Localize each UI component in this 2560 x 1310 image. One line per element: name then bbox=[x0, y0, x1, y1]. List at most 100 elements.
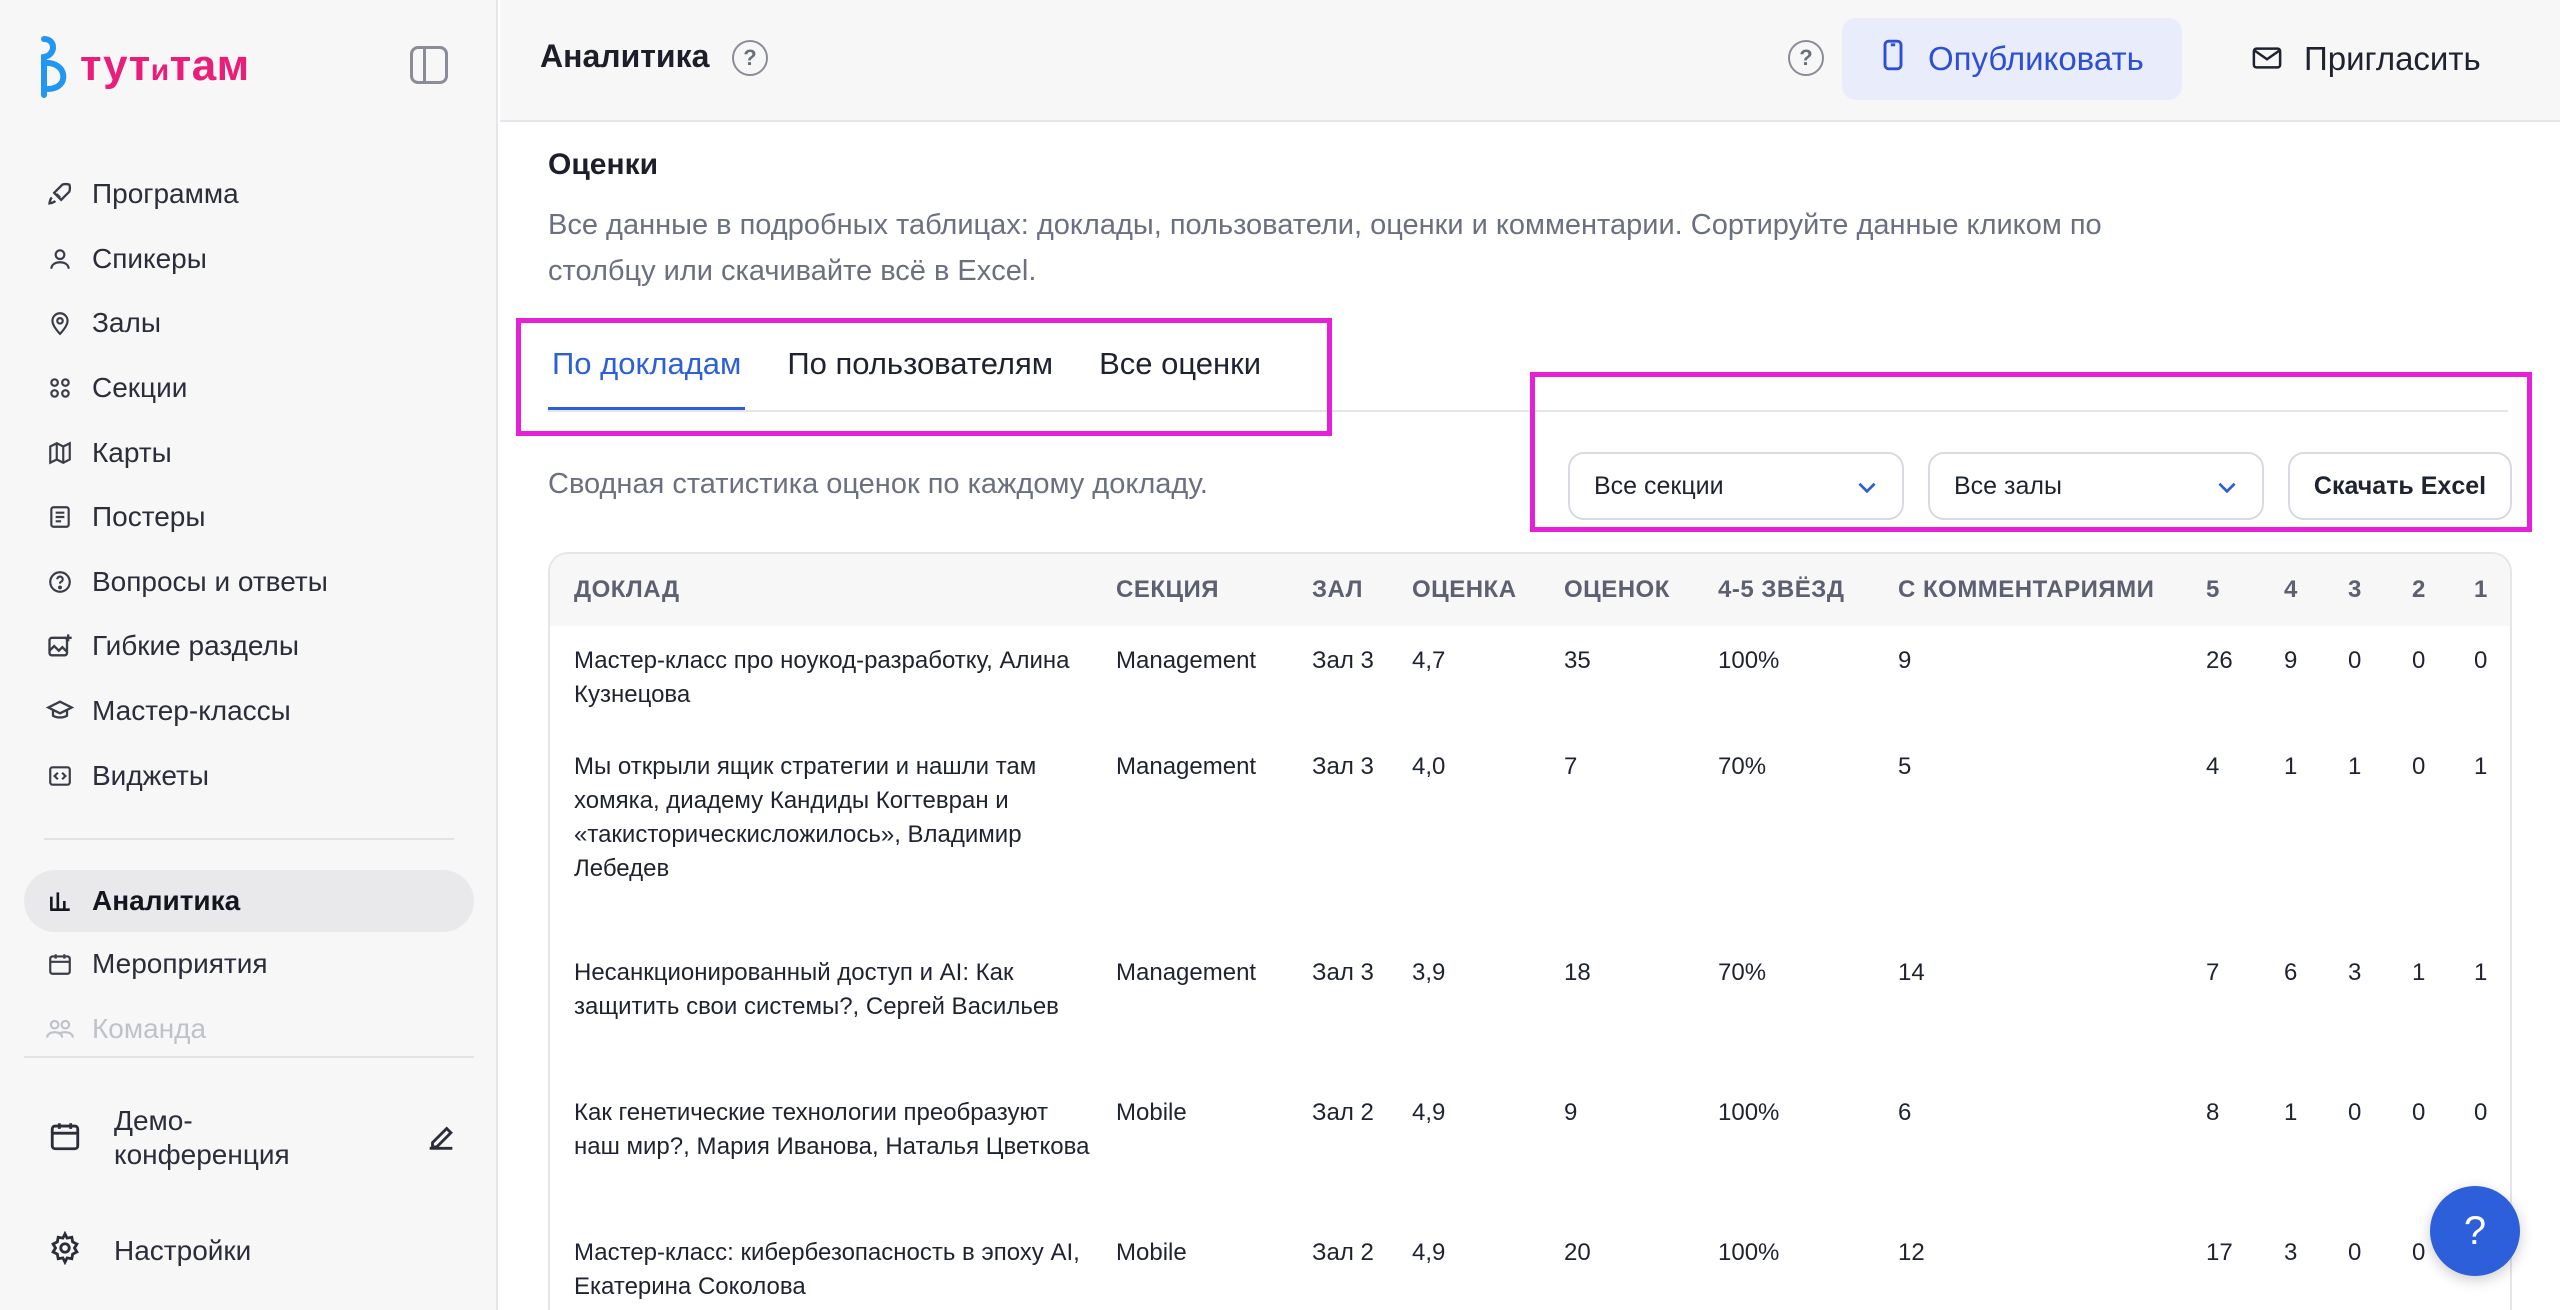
column-header[interactable]: СЕКЦИЯ bbox=[1092, 554, 1288, 626]
sidebar-item-halls[interactable]: Залы bbox=[24, 291, 474, 356]
table-cell: 4,9 bbox=[1412, 1239, 1446, 1266]
bar-chart-icon bbox=[44, 885, 76, 917]
pencil-icon[interactable] bbox=[424, 1120, 458, 1159]
sidebar-item-label: Команда bbox=[92, 1012, 207, 1044]
sidebar-item-events[interactable]: Мероприятия bbox=[24, 932, 474, 997]
column-header[interactable]: ОЦЕНКА bbox=[1388, 554, 1540, 626]
column-header[interactable]: 1 bbox=[2450, 554, 2510, 626]
gear-icon bbox=[48, 1230, 82, 1272]
table-cell: Зал 3 bbox=[1312, 753, 1374, 780]
column-header[interactable]: 2 bbox=[2388, 554, 2450, 626]
table-cell: 1 bbox=[2284, 753, 2298, 780]
table-cell: 100% bbox=[1718, 647, 1780, 674]
sidebar-item-maps[interactable]: Карты bbox=[24, 420, 474, 485]
column-header[interactable]: 3 bbox=[2324, 554, 2388, 626]
table-cell: Mobile bbox=[1116, 1239, 1187, 1266]
invite-button[interactable]: Пригласить bbox=[2252, 18, 2481, 100]
poster-icon bbox=[44, 501, 76, 533]
table-cell: 6 bbox=[1898, 1099, 1912, 1126]
table-cell: 9 bbox=[1564, 1099, 1578, 1126]
table-cell: 9 bbox=[2284, 647, 2298, 674]
table-cell: 0 bbox=[2348, 1099, 2362, 1126]
main-content: Оценки Все данные в подробных таблицах: … bbox=[500, 124, 2560, 1310]
column-header[interactable]: ОЦЕНОК bbox=[1540, 554, 1694, 626]
code-icon bbox=[44, 760, 76, 792]
calendar-icon bbox=[44, 948, 76, 980]
current-event[interactable]: Демо-конференция bbox=[48, 1098, 458, 1178]
team-icon bbox=[44, 1013, 76, 1045]
table-row: Мастер-класс про ноукод-разработку, Алин… bbox=[550, 626, 2510, 732]
event-name: Демо-конференция bbox=[114, 1105, 290, 1170]
sidebar-item-label: Секции bbox=[92, 372, 188, 404]
sidebar-item-label: Спикеры bbox=[92, 242, 207, 274]
sidebar-item-posters[interactable]: Постеры bbox=[24, 485, 474, 550]
table-row: Несанкционированный доступ и AI: Как защ… bbox=[550, 938, 2510, 1078]
sidebar-item-label: Программа bbox=[92, 178, 239, 210]
table-cell: 35 bbox=[1564, 647, 1591, 674]
table-cell: Мы открыли ящик стратегии и нашли там хо… bbox=[574, 753, 1037, 882]
table-cell: 26 bbox=[2206, 647, 2233, 674]
column-header[interactable]: ДОКЛАД bbox=[550, 554, 1092, 626]
table-cell: 1 bbox=[2284, 1099, 2298, 1126]
sidebar-item-label: Виджеты bbox=[92, 759, 209, 791]
column-header[interactable]: С КОММЕНТАРИЯМИ bbox=[1874, 554, 2182, 626]
sidebar-item-team[interactable]: Команда bbox=[24, 997, 474, 1062]
highlight-box-filters bbox=[1530, 372, 2532, 532]
question-circle-icon bbox=[44, 566, 76, 598]
table-cell: 1 bbox=[2474, 753, 2488, 780]
page-title: Аналитика bbox=[540, 38, 710, 74]
map-pin-icon bbox=[44, 307, 76, 339]
table-cell: 4,7 bbox=[1412, 647, 1446, 674]
help-icon[interactable]: ? bbox=[732, 40, 768, 76]
sidebar-bottom-divider bbox=[24, 1056, 474, 1058]
sidebar-item-label: Мероприятия bbox=[92, 948, 268, 980]
sidebar-item-sections[interactable]: Секции bbox=[24, 356, 474, 421]
column-header[interactable]: 4 bbox=[2260, 554, 2324, 626]
table-cell: 4,0 bbox=[1412, 753, 1446, 780]
sidebar-item-label: Постеры bbox=[92, 501, 206, 533]
table-cell: 100% bbox=[1718, 1239, 1780, 1266]
column-header[interactable]: 5 bbox=[2182, 554, 2260, 626]
sidebar-item-program[interactable]: Программа bbox=[24, 162, 474, 227]
ratings-table: ДОКЛАД СЕКЦИЯ ЗАЛ ОЦЕНКА ОЦЕНОК 4-5 ЗВЁЗ… bbox=[548, 552, 2512, 1310]
table-cell: 70% bbox=[1718, 753, 1767, 780]
table-cell: 0 bbox=[2412, 647, 2426, 674]
table-cell: 0 bbox=[2348, 647, 2362, 674]
table-cell: 9 bbox=[1898, 647, 1912, 674]
brand-logo[interactable]: тутитам bbox=[34, 32, 250, 100]
table-cell: 7 bbox=[2206, 959, 2220, 986]
column-header[interactable]: ЗАЛ bbox=[1288, 554, 1388, 626]
sidebar-item-masterclasses[interactable]: Мастер-классы bbox=[24, 679, 474, 744]
map-icon bbox=[44, 437, 76, 469]
table-cell: 70% bbox=[1718, 959, 1767, 986]
help-chat-button[interactable]: ? bbox=[2430, 1186, 2520, 1276]
table-row: Мы открыли ящик стратегии и нашли там хо… bbox=[550, 732, 2510, 938]
sidebar-item-settings[interactable]: Настройки bbox=[48, 1226, 251, 1276]
table-cell: Management bbox=[1116, 647, 1257, 674]
table-cell: Мастер-класс про ноукод-разработку, Алин… bbox=[574, 647, 1070, 708]
brand-mark-icon bbox=[34, 33, 74, 99]
user-icon bbox=[44, 243, 76, 275]
sidebar-item-flexible[interactable]: Гибкие разделы bbox=[24, 614, 474, 679]
table-cell: 4,9 bbox=[1412, 1099, 1446, 1126]
table-cell: Зал 2 bbox=[1312, 1239, 1374, 1266]
sidebar-item-label: Мастер-классы bbox=[92, 695, 291, 727]
table-cell: Зал 3 bbox=[1312, 647, 1374, 674]
sidebar-toggle-icon[interactable] bbox=[410, 46, 448, 84]
sidebar-item-speakers[interactable]: Спикеры bbox=[24, 227, 474, 292]
table-cell: 14 bbox=[1898, 959, 1925, 986]
table-cell: 1 bbox=[2474, 959, 2488, 986]
column-header[interactable]: 4-5 ЗВЁЗД bbox=[1694, 554, 1874, 626]
sidebar-item-qa[interactable]: Вопросы и ответы bbox=[24, 550, 474, 615]
section-title: Оценки bbox=[548, 148, 659, 181]
sidebar-item-analytics[interactable]: Аналитика bbox=[24, 869, 474, 932]
publish-button[interactable]: Опубликовать bbox=[1842, 18, 2182, 100]
table-cell: Зал 3 bbox=[1312, 959, 1374, 986]
table-cell: 12 bbox=[1898, 1239, 1925, 1266]
highlight-box-tabs bbox=[516, 318, 1332, 436]
table-cell: 3 bbox=[2284, 1239, 2298, 1266]
calendar-icon bbox=[48, 1119, 82, 1158]
sidebar-item-widgets[interactable]: Виджеты bbox=[24, 743, 474, 808]
help-icon[interactable]: ? bbox=[1788, 40, 1824, 76]
image-plus-icon bbox=[44, 630, 76, 662]
